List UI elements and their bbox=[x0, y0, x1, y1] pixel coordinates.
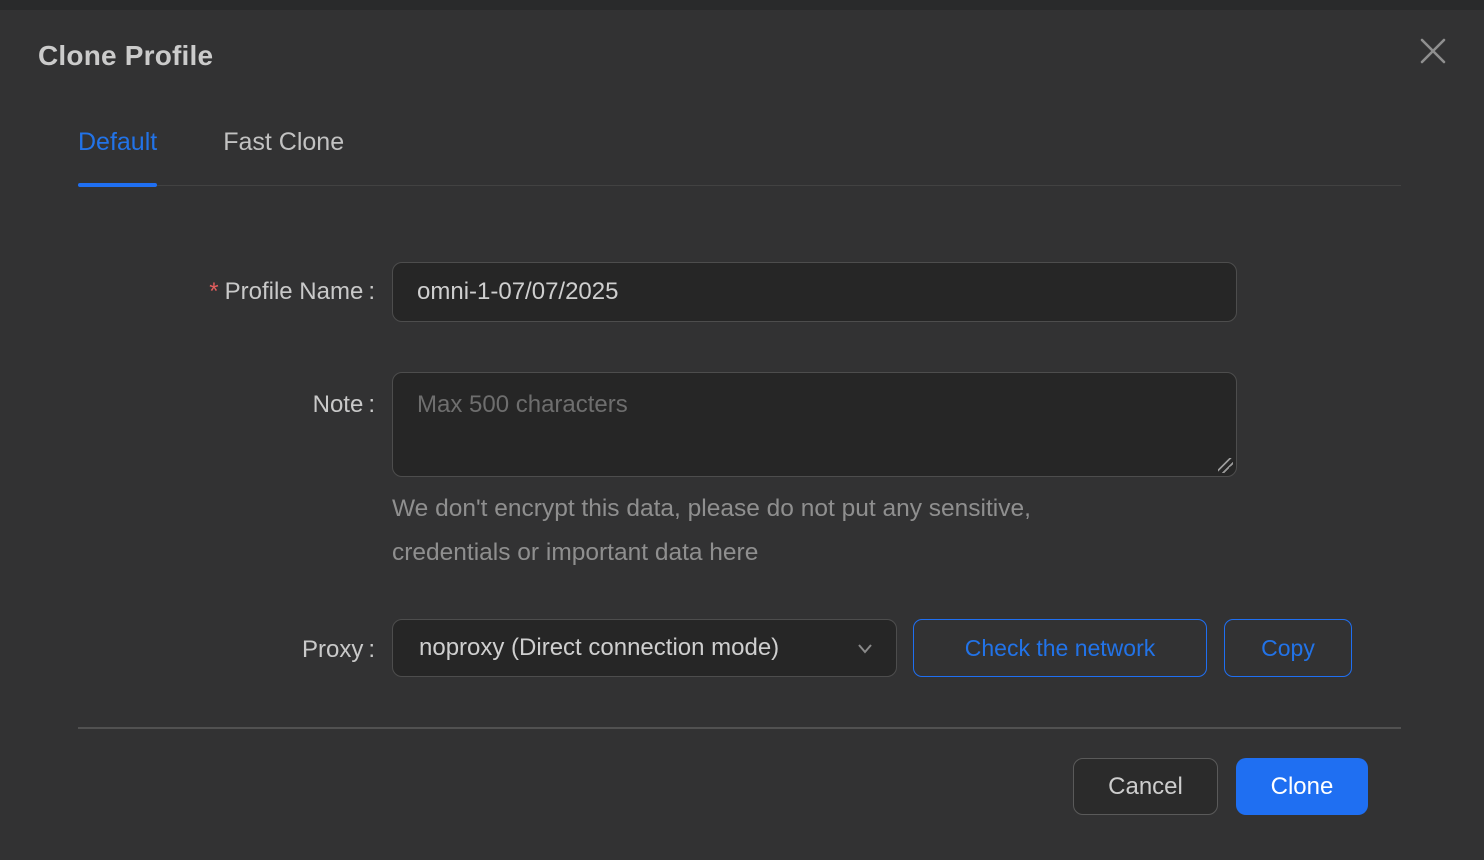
close-button[interactable] bbox=[1412, 30, 1454, 72]
profile-name-label: * Profile Name: bbox=[0, 278, 375, 306]
note-hint-line2: credentials or important data here bbox=[392, 531, 1192, 575]
proxy-selected-value: noproxy (Direct connection mode) bbox=[419, 634, 854, 662]
label-colon: : bbox=[368, 391, 375, 419]
profile-name-label-text: Profile Name bbox=[225, 278, 364, 305]
tab-fast-clone[interactable]: Fast Clone bbox=[223, 120, 344, 185]
note-textarea[interactable] bbox=[392, 372, 1237, 477]
tab-default[interactable]: Default bbox=[78, 120, 157, 185]
proxy-label-text: Proxy bbox=[302, 636, 363, 663]
check-network-button[interactable]: Check the network bbox=[913, 619, 1207, 677]
clone-button[interactable]: Clone bbox=[1236, 758, 1368, 815]
required-asterisk: * bbox=[209, 278, 218, 305]
cancel-button[interactable]: Cancel bbox=[1073, 758, 1218, 815]
copy-button[interactable]: Copy bbox=[1224, 619, 1352, 677]
close-icon bbox=[1418, 36, 1448, 66]
proxy-select[interactable]: noproxy (Direct connection mode) bbox=[392, 619, 897, 677]
note-label: Note: bbox=[0, 391, 375, 419]
footer-divider bbox=[78, 727, 1401, 729]
note-hint-line1: We don't encrypt this data, please do no… bbox=[392, 487, 1192, 531]
profile-name-input[interactable] bbox=[392, 262, 1237, 322]
tab-bar: Default Fast Clone bbox=[78, 120, 1401, 186]
chevron-down-icon bbox=[854, 637, 876, 659]
proxy-label: Proxy: bbox=[0, 636, 375, 664]
note-hint: We don't encrypt this data, please do no… bbox=[392, 487, 1192, 575]
label-colon: : bbox=[368, 278, 375, 306]
dialog-title: Clone Profile bbox=[38, 40, 213, 72]
label-colon: : bbox=[368, 636, 375, 664]
note-label-text: Note bbox=[313, 391, 364, 418]
clone-profile-dialog: Clone Profile Default Fast Clone * Profil… bbox=[0, 10, 1484, 860]
